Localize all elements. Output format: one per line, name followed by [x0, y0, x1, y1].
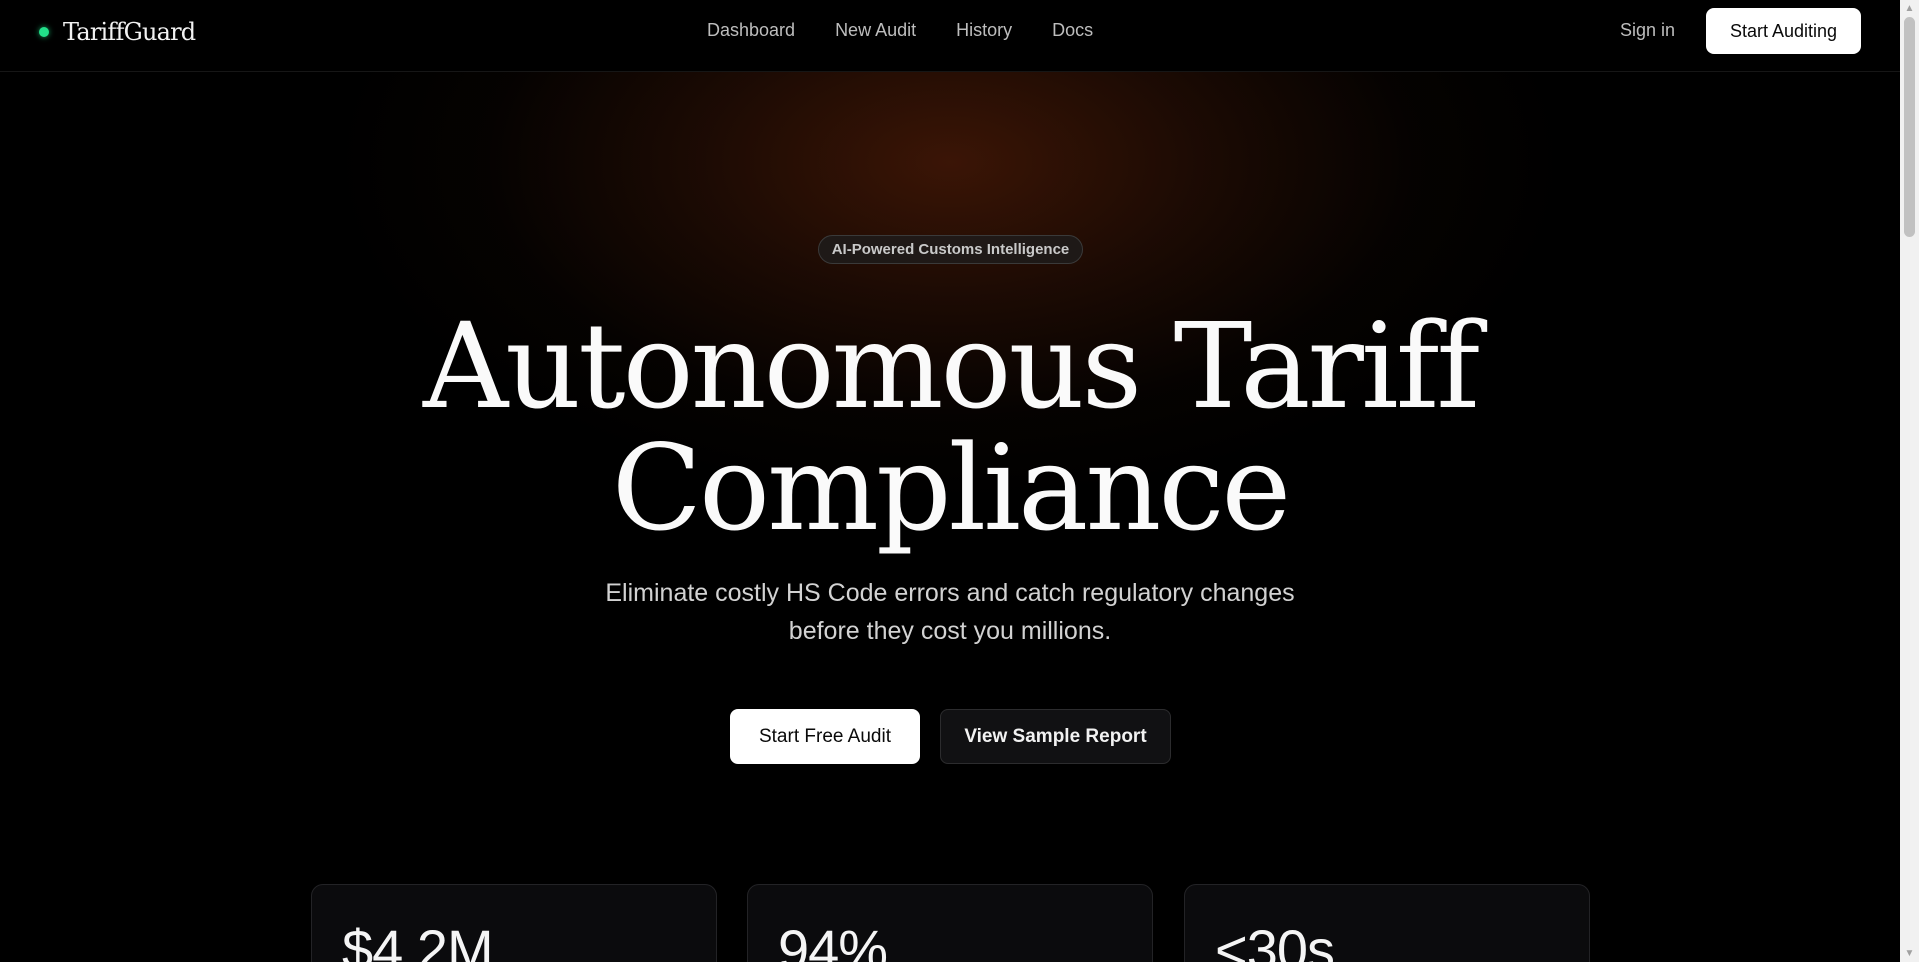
sign-in-link[interactable]: Sign in: [1620, 20, 1675, 41]
nav-link-new-audit[interactable]: New Audit: [835, 20, 916, 41]
hero-subtitle-line-1: Eliminate costly HS Code errors and catc…: [605, 579, 1295, 607]
hero-subtitle: Eliminate costly HS Code errors and catc…: [500, 574, 1400, 650]
top-navbar: TariffGuard Dashboard New Audit History …: [0, 0, 1900, 72]
hero-subtitle-line-2: before they cost you millions.: [788, 617, 1112, 645]
status-dot-icon: [39, 27, 49, 37]
nav-link-dashboard[interactable]: Dashboard: [707, 20, 795, 41]
hero-title-line-1: Autonomous Tariff: [422, 297, 1480, 435]
hero-title-line-2: Compliance: [611, 419, 1292, 557]
stat-card: <30s: [1184, 884, 1590, 962]
hero-badge: AI-Powered Customs Intelligence: [818, 235, 1083, 264]
view-sample-report-button[interactable]: View Sample Report: [940, 709, 1171, 764]
brand-logo[interactable]: TariffGuard: [39, 18, 196, 46]
chevron-up-icon[interactable]: ▲: [1900, 0, 1919, 17]
start-free-audit-button[interactable]: Start Free Audit: [730, 709, 920, 764]
stat-value: 94%: [778, 918, 888, 962]
nav-link-history[interactable]: History: [956, 20, 1012, 41]
hero-title: Autonomous Tariff Compliance: [350, 305, 1550, 549]
stat-card: 94%: [747, 884, 1153, 962]
chevron-down-icon[interactable]: ▼: [1900, 945, 1919, 962]
start-auditing-button[interactable]: Start Auditing: [1706, 8, 1861, 54]
brand-name: TariffGuard: [63, 18, 196, 46]
page-scrollbar[interactable]: ▲ ▼: [1900, 0, 1919, 962]
nav-link-docs[interactable]: Docs: [1052, 20, 1093, 41]
nav-links: Dashboard New Audit History Docs: [707, 20, 1093, 41]
stat-value: $4.2M: [342, 918, 494, 962]
stat-card: $4.2M: [311, 884, 717, 962]
stat-value: <30s: [1215, 918, 1335, 962]
scrollbar-thumb[interactable]: [1904, 17, 1915, 237]
